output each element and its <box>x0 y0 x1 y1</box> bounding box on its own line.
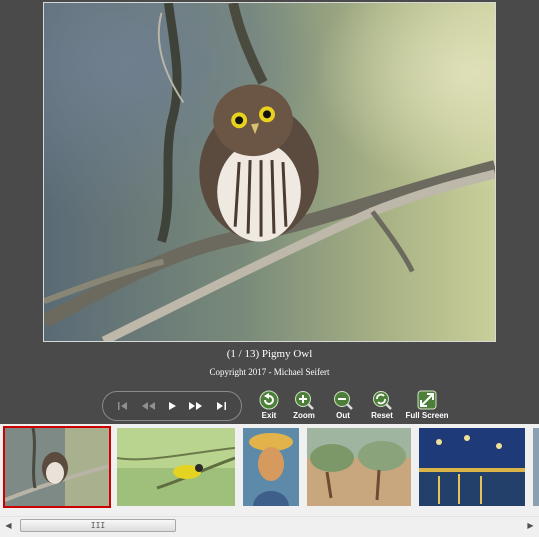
thumbnail-yellow-bird[interactable] <box>117 428 235 506</box>
reset-button[interactable]: Reset <box>364 390 400 422</box>
caption-block: (1 / 13) Pigmy Owl Copyright 2017 - Mich… <box>0 347 539 378</box>
owl-photo-graphic <box>44 3 495 341</box>
starry-night-thumbnail-graphic <box>419 428 525 506</box>
zoom-out-icon <box>334 391 353 410</box>
last-button[interactable] <box>211 397 231 415</box>
owl-thumbnail-graphic <box>5 428 109 506</box>
image-viewer: (1 / 13) Pigmy Owl Copyright 2017 - Mich… <box>0 0 539 424</box>
first-button[interactable] <box>113 397 133 415</box>
exit-label: Exit <box>261 411 277 420</box>
reset-icon <box>373 391 392 410</box>
zoom-out-button[interactable]: Out <box>325 390 361 422</box>
first-icon <box>118 402 128 410</box>
image-title: (1 / 13) Pigmy Owl <box>226 348 313 360</box>
scrollbar-thumb[interactable]: III <box>20 519 176 532</box>
scroll-right-arrow-icon[interactable]: ▶ <box>522 517 539 534</box>
scroll-left-arrow-icon[interactable]: ◀ <box>0 517 17 534</box>
main-photo[interactable] <box>43 2 496 342</box>
slideshow-controls <box>102 391 242 421</box>
thumbnail-olive-trees[interactable] <box>307 428 411 506</box>
thumbnail-pigmy-owl[interactable] <box>3 426 111 508</box>
copyright-text: Copyright 2017 - Michael Seifert <box>209 367 330 377</box>
bottom-edge <box>0 533 539 537</box>
partial-thumbnail-graphic <box>533 428 539 506</box>
thumbnail-starry-night-over-rhone[interactable] <box>419 428 525 506</box>
fullscreen-button[interactable]: Full Screen <box>405 390 449 422</box>
reset-label: Reset <box>371 411 393 420</box>
exit-button[interactable]: Exit <box>251 390 287 422</box>
zoom-out-label: Out <box>336 411 350 420</box>
zoom-in-button[interactable]: Zoom <box>286 390 322 422</box>
fast-forward-icon <box>189 402 203 410</box>
rewind-button[interactable] <box>138 397 158 415</box>
thumbnail-strip <box>0 424 539 516</box>
thumbnail-partial[interactable] <box>533 428 539 506</box>
olive-trees-thumbnail-graphic <box>307 428 411 506</box>
last-icon <box>216 402 226 410</box>
fullscreen-label: Full Screen <box>405 411 449 420</box>
exit-icon <box>259 390 279 410</box>
zoom-in-icon <box>295 391 314 410</box>
fast-forward-button[interactable] <box>186 397 206 415</box>
play-icon <box>168 402 176 410</box>
thumbnail-van-gogh-self-portrait[interactable] <box>243 428 299 506</box>
self-portrait-thumbnail-graphic <box>243 428 299 506</box>
yellow-bird-thumbnail-graphic <box>117 428 235 506</box>
zoom-in-label: Zoom <box>293 411 315 420</box>
fullscreen-icon <box>417 390 437 410</box>
horizontal-scrollbar[interactable]: ◀ III ▶ <box>0 516 539 533</box>
rewind-icon <box>141 402 155 410</box>
play-button[interactable] <box>162 397 182 415</box>
